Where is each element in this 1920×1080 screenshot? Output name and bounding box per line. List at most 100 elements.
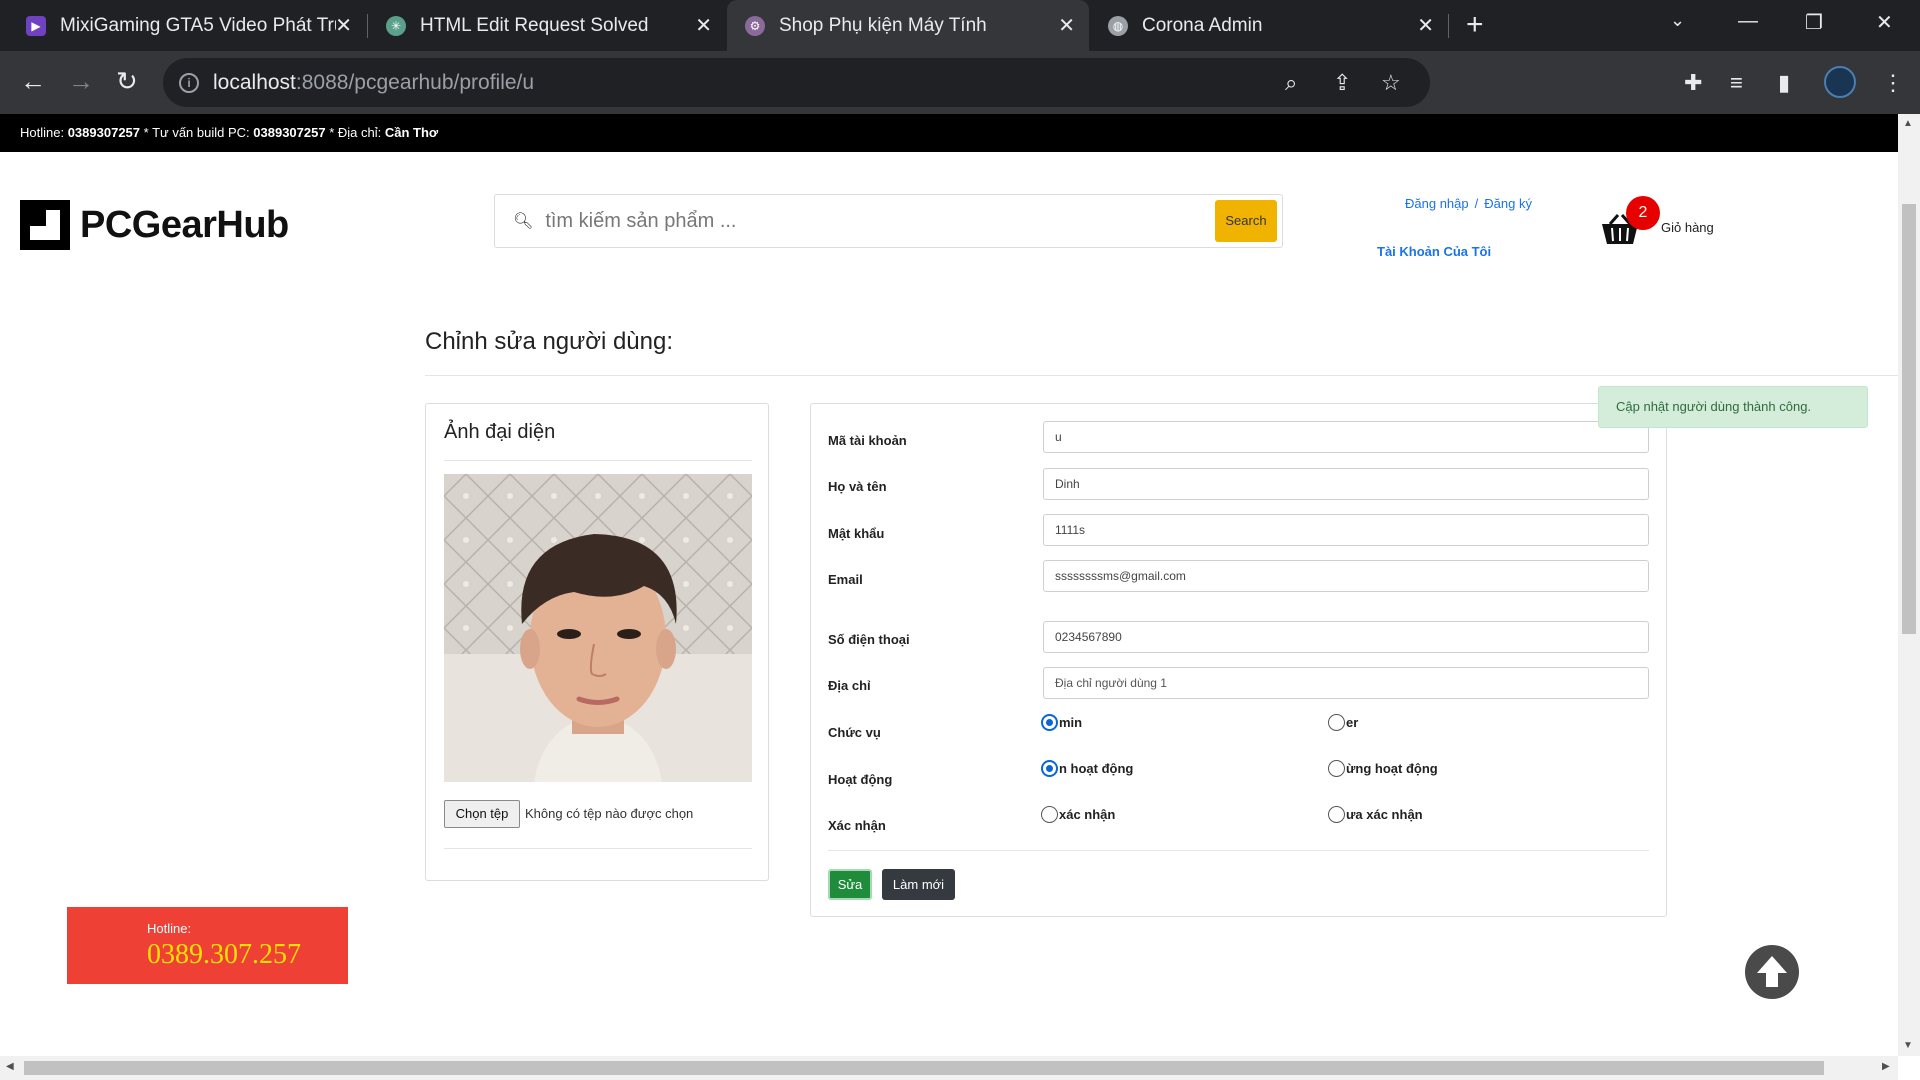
account-id-label: Mã tài khoản: [828, 433, 907, 448]
side-panel-icon[interactable]: ▮: [1778, 70, 1790, 96]
active-option-off-label: ừng hoạt động: [1346, 761, 1438, 776]
horizontal-scroll-thumb[interactable]: [24, 1061, 1824, 1075]
url-path: :8088/pcgearhub/profile/u: [295, 70, 535, 94]
my-account-link[interactable]: Tài Khoản Của Tôi: [1377, 244, 1491, 259]
site-logo[interactable]: PCGearHub: [20, 200, 289, 250]
search-input[interactable]: [545, 209, 1206, 233]
divider: [444, 460, 752, 461]
scroll-left-arrow-icon[interactable]: ◀: [6, 1061, 14, 1072]
scroll-up-arrow-icon[interactable]: ▲: [1903, 118, 1913, 129]
close-tab-icon[interactable]: ✕: [1058, 13, 1075, 38]
profile-avatar[interactable]: [1824, 66, 1856, 98]
close-tab-icon[interactable]: ✕: [695, 13, 712, 38]
logo-text: PCGearHub: [80, 203, 289, 246]
verified-option-no-label: ưa xác nhận: [1346, 807, 1423, 822]
browser-tab-3-active[interactable]: ⚙ Shop Phụ kiện Máy Tính ✕: [727, 0, 1089, 51]
scroll-down-arrow-icon[interactable]: ▼: [1903, 1040, 1913, 1051]
build-phone: 0389307257: [253, 125, 326, 140]
shop-favicon-icon: ⚙: [745, 15, 765, 36]
back-arrow-icon[interactable]: ←: [20, 66, 46, 97]
radio-checked[interactable]: [1041, 714, 1058, 731]
vertical-scroll-thumb[interactable]: [1902, 204, 1916, 634]
hotline-box[interactable]: Hotline: 0389.307.257: [67, 907, 348, 984]
site-info-icon[interactable]: i: [179, 72, 199, 93]
role-option-user[interactable]: er: [1328, 714, 1358, 731]
divider: [828, 850, 1649, 851]
new-tab-icon[interactable]: +: [1466, 8, 1484, 42]
active-option-off[interactable]: ừng hoạt động: [1328, 760, 1438, 777]
reset-button[interactable]: Làm mới: [882, 869, 955, 900]
minimize-icon[interactable]: —: [1738, 10, 1758, 33]
hotline-label: Hotline:: [20, 125, 65, 140]
tab-search-chevron-down-icon[interactable]: ⌄: [1670, 10, 1685, 31]
password-input[interactable]: 1111s: [1043, 514, 1649, 546]
address-label: Địa chỉ: [828, 678, 871, 693]
choose-file-button[interactable]: Chọn tệp: [444, 800, 520, 828]
success-toast: Cập nhật người dùng thành công.: [1598, 386, 1868, 428]
extensions-puzzle-icon[interactable]: ✚: [1684, 70, 1702, 96]
tab-title: MixiGaming GTA5 Video Phát Trực: [60, 14, 336, 36]
phone-label: Số điện thoại: [828, 632, 910, 647]
divider: [444, 848, 752, 849]
forward-arrow-icon[interactable]: →: [68, 66, 94, 97]
browser-tab-1[interactable]: ▶ MixiGaming GTA5 Video Phát Trực ✕: [8, 0, 366, 51]
address-bar[interactable]: i localhost:8088/pcgearhub/profile/u ⌕ ⇪…: [163, 58, 1430, 107]
url-text: localhost:8088/pcgearhub/profile/u: [213, 71, 534, 95]
phone-input[interactable]: 0234567890: [1043, 621, 1649, 653]
browser-tab-2[interactable]: ✳ HTML Edit Request Solved ✕: [368, 0, 726, 51]
avatar-photo: [444, 474, 752, 782]
save-button[interactable]: Sửa: [828, 869, 872, 900]
account-id-input[interactable]: u: [1043, 421, 1649, 453]
bookmark-star-icon[interactable]: ☆: [1381, 70, 1401, 96]
browser-tab-4[interactable]: ◍ Corona Admin ✕: [1090, 0, 1448, 51]
auth-links: Đăng nhập / Đăng ký: [1405, 196, 1532, 211]
web-page: Hotline: 0389307257 * Tư vấn build PC: 0…: [0, 114, 1898, 1056]
verified-option-no[interactable]: ưa xác nhận: [1328, 806, 1423, 823]
menu-kebab-icon[interactable]: ⋮: [1882, 70, 1904, 96]
hotline-box-number: 0389.307.257: [147, 939, 301, 970]
vertical-scrollbar[interactable]: ▲ ▼: [1898, 114, 1920, 1056]
active-option-on-label: n hoạt động: [1059, 761, 1134, 776]
radio-unchecked[interactable]: [1041, 806, 1058, 823]
scroll-to-top-button[interactable]: [1745, 945, 1799, 999]
close-tab-icon[interactable]: ✕: [335, 13, 352, 38]
radio-unchecked[interactable]: [1328, 714, 1345, 731]
radio-checked[interactable]: [1041, 760, 1058, 777]
hotline-number: 0389307257: [67, 125, 141, 140]
password-label: Mật khẩu: [828, 526, 885, 541]
auth-separator: /: [1474, 196, 1479, 211]
login-link[interactable]: Đăng nhập: [1405, 196, 1469, 211]
address-input[interactable]: Địa chỉ người dùng 1: [1043, 667, 1649, 699]
browser-tab-strip: ▶ MixiGaming GTA5 Video Phát Trực ✕ ✳ HT…: [0, 0, 1920, 51]
register-link[interactable]: Đăng ký: [1484, 196, 1532, 211]
radio-unchecked[interactable]: [1328, 760, 1345, 777]
arrow-up-icon: [1757, 956, 1787, 987]
share-icon[interactable]: ⇪: [1333, 70, 1351, 96]
close-tab-icon[interactable]: ✕: [1417, 13, 1434, 38]
tab-title: Corona Admin: [1142, 14, 1263, 36]
radio-unchecked[interactable]: [1328, 806, 1345, 823]
zoom-magnifier-icon[interactable]: ⌕: [1285, 70, 1297, 96]
globe-favicon-icon: ◍: [1108, 15, 1128, 36]
email-input[interactable]: ssssssssms@gmail.com: [1043, 560, 1649, 592]
search-button[interactable]: Search: [1215, 200, 1277, 242]
close-window-icon[interactable]: ✕: [1876, 10, 1893, 35]
verified-option-yes[interactable]: xác nhận: [1041, 806, 1115, 823]
active-option-on[interactable]: n hoạt động: [1041, 760, 1133, 777]
search-icon: 🔍︎: [513, 213, 534, 230]
verified-label: Xác nhận: [828, 818, 886, 833]
role-option-user-label: er: [1346, 715, 1359, 730]
role-option-admin[interactable]: min: [1041, 714, 1082, 731]
restore-icon[interactable]: ❐: [1805, 10, 1823, 35]
address-value: Cần Thơ: [384, 125, 439, 140]
fullname-input[interactable]: Dinh: [1043, 468, 1649, 500]
reload-icon[interactable]: ↻: [116, 66, 138, 97]
cart-count-badge: 2: [1626, 196, 1660, 230]
address-label: * Địa chỉ:: [329, 125, 382, 140]
scroll-right-arrow-icon[interactable]: ▶: [1882, 1061, 1890, 1072]
media-control-icon[interactable]: ≡: [1730, 70, 1743, 96]
horizontal-scrollbar[interactable]: ◀ ▶: [0, 1056, 1898, 1080]
tab-title: HTML Edit Request Solved: [420, 14, 649, 36]
url-host: localhost: [213, 70, 296, 94]
fullname-label: Họ và tên: [828, 479, 887, 494]
